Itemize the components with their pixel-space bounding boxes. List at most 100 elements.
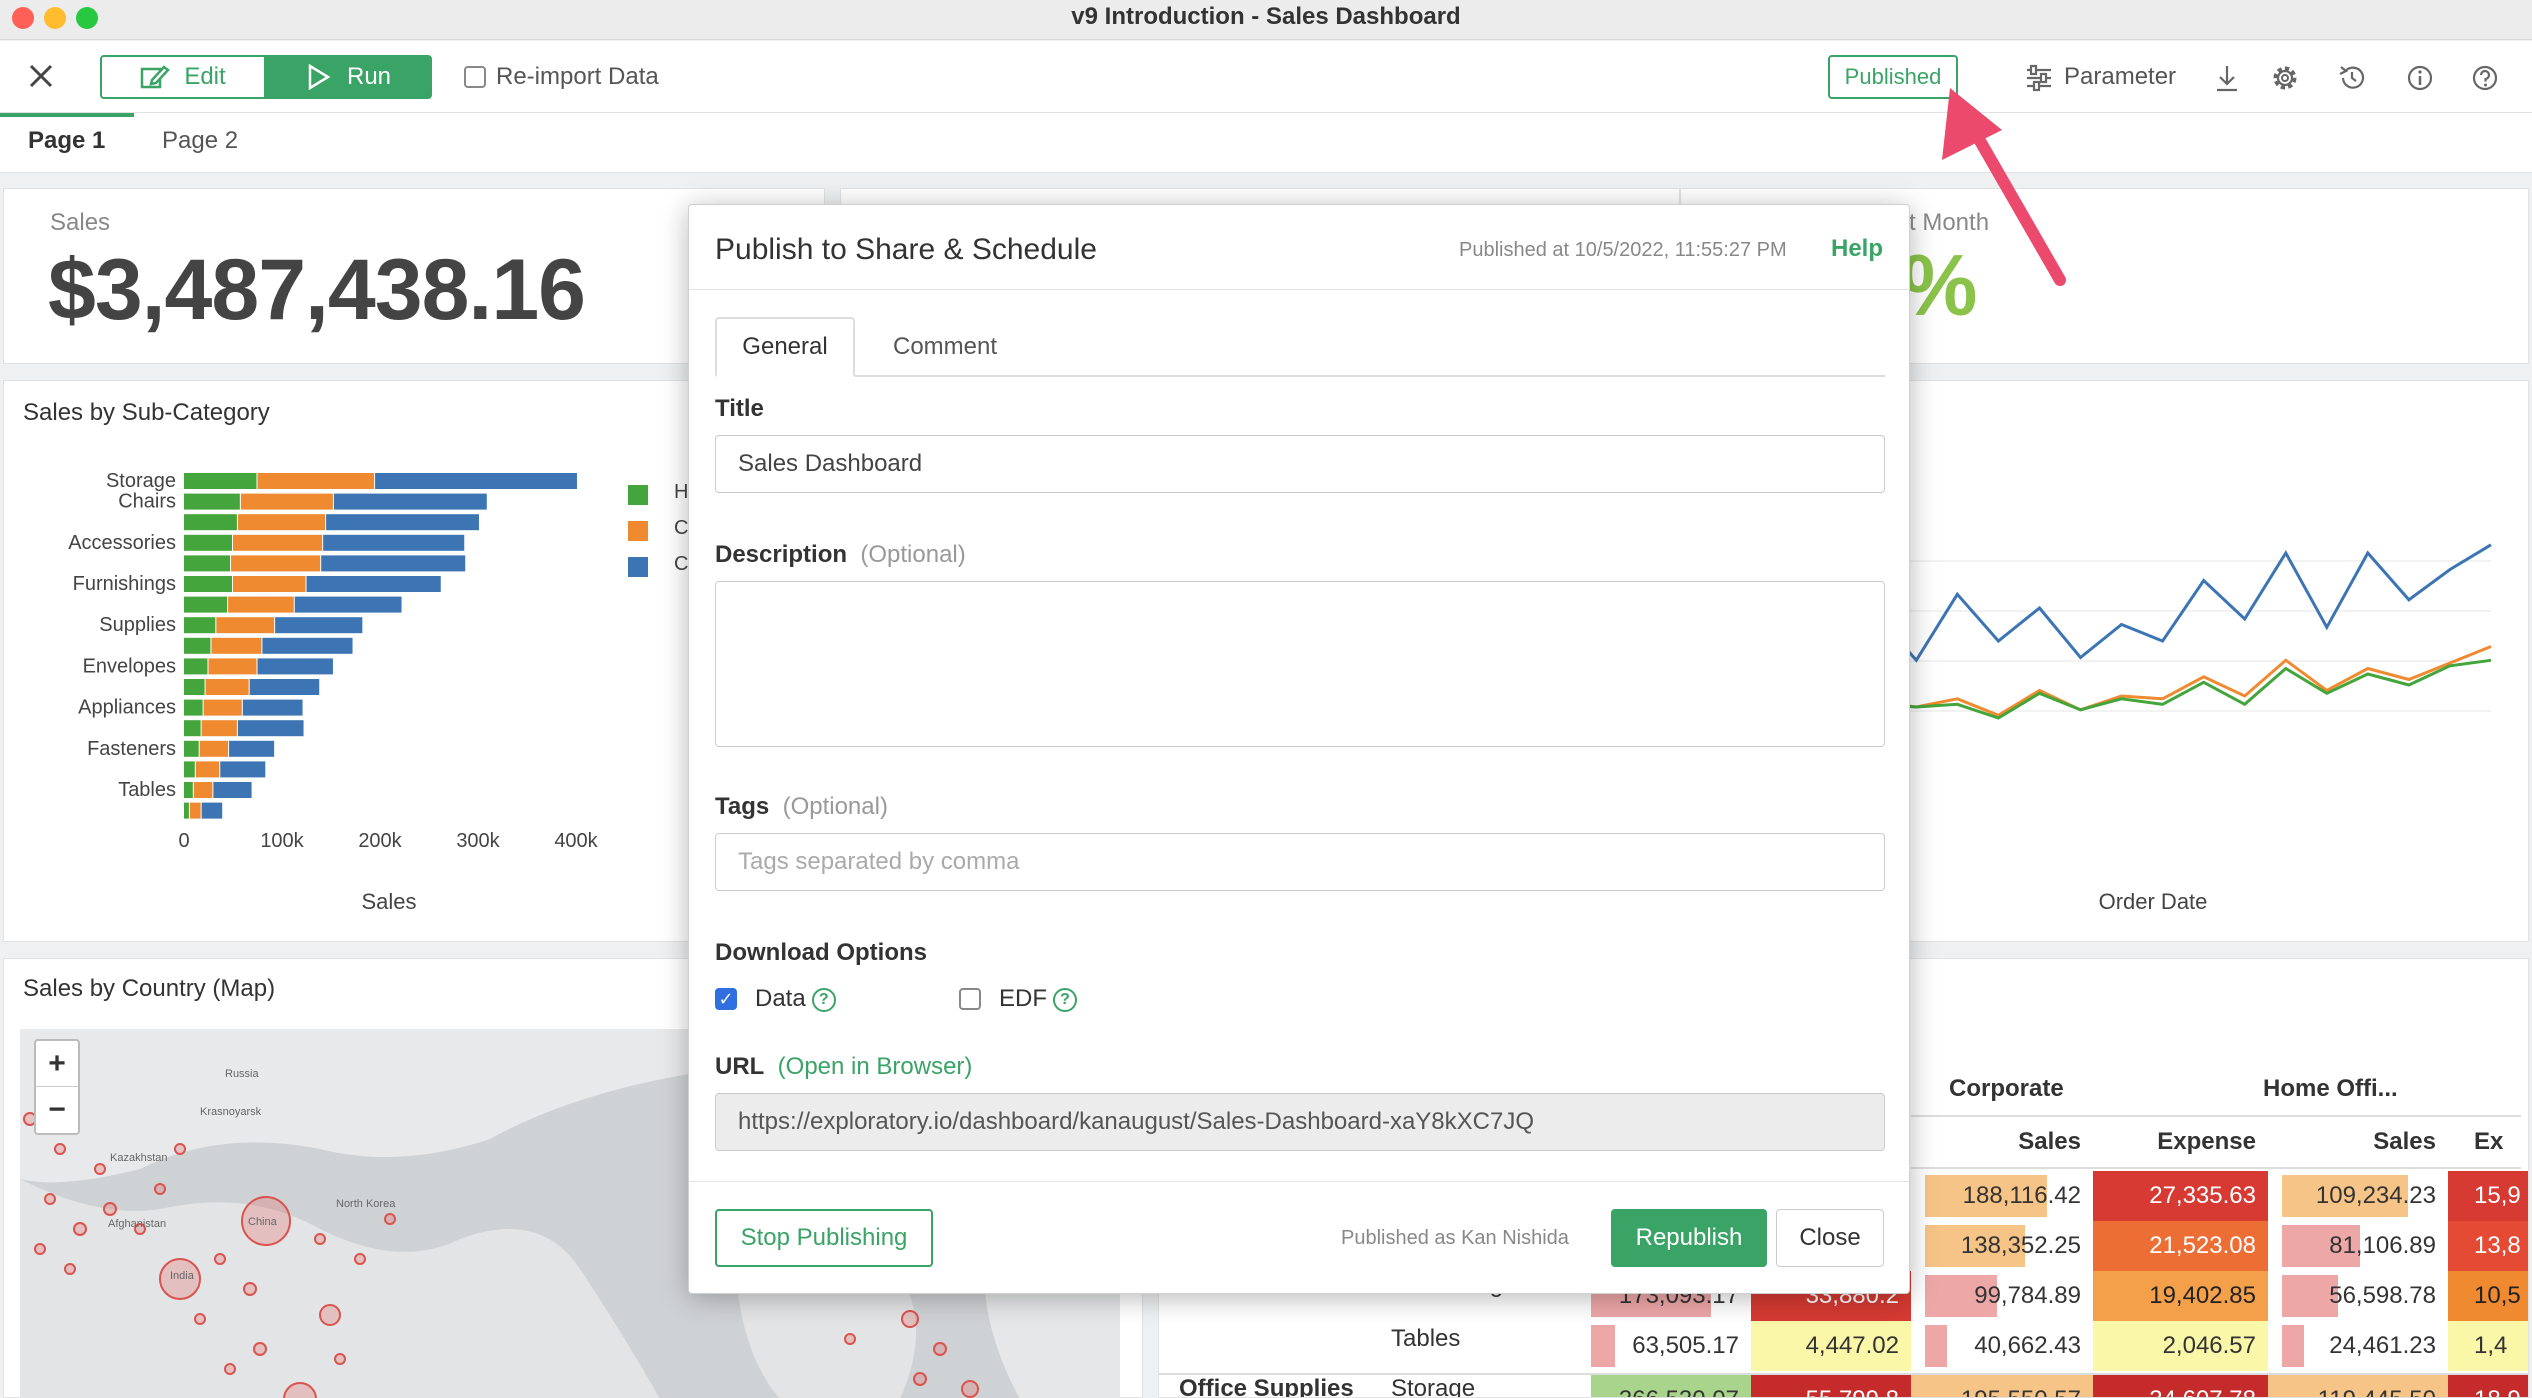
close-icon[interactable] [24,59,58,93]
bar-segment [184,761,195,778]
tab-page-2[interactable]: Page 2 [162,127,238,155]
dialog-header-divider [689,289,1909,290]
category-label: Fasteners [87,738,176,760]
legend-swatch-blue [628,557,648,577]
category-label: Supplies [99,614,176,636]
table-col-header[interactable]: Sales [2268,1121,2448,1163]
info-icon[interactable] [2405,63,2435,93]
category-label: Tables [118,779,176,801]
kpi-label: Sales [50,209,111,236]
data-checkbox[interactable]: ✓ [715,988,737,1010]
category-label: Envelopes [83,655,176,677]
bar-segment [195,761,220,778]
bar-segment [275,617,363,634]
edf-checkbox[interactable] [959,988,981,1010]
bar-segment [184,555,231,572]
legend-label-2: C [674,517,689,539]
table-col-header[interactable]: Sales [1911,1121,2093,1163]
map-place-label: India [170,1270,195,1282]
table-cell: 138,352.25 [1960,1232,2081,1259]
history-icon[interactable] [2337,63,2367,93]
parameter-label[interactable]: Parameter [2064,63,2176,91]
map-place-label: China [248,1216,278,1228]
republish-button[interactable]: Republish [1611,1209,1767,1267]
map-place-label: Krasnoyarsk [200,1106,262,1118]
bar-segment [208,658,257,675]
category-label: Accessories [68,532,176,554]
table-col-header[interactable]: Expense [2093,1121,2268,1163]
table-cell: 188,116.42 [1962,1182,2081,1209]
run-button[interactable]: Run [266,55,432,99]
bar-segment [184,514,237,531]
open-in-browser-link[interactable]: (Open in Browser) [778,1053,973,1080]
bar-segment [257,658,333,675]
question-icon[interactable]: ? [811,987,836,1012]
help-link[interactable]: Help [1831,235,1883,263]
bar-segment [242,699,303,716]
zoom-in-button[interactable]: + [36,1041,78,1087]
bar-segment [213,782,252,798]
title-input[interactable]: Sales Dashboard [715,435,1885,493]
url-field[interactable]: https://exploratory.io/dashboard/kanaugu… [715,1093,1885,1151]
bar-segment [184,617,216,634]
table-cell: 55,799.8 [1751,1375,1911,1397]
map-title: Sales by Country (Map) [23,975,276,1002]
table-cell: 99,784.89 [1974,1282,2081,1309]
annotation-arrow [1942,88,2066,286]
x-tick-label: 0 [178,830,189,852]
table-cell: 109,234.23 [2315,1182,2436,1209]
table-header-divider [1911,1167,2521,1169]
bar-segment [184,493,240,510]
tab-general[interactable]: General [715,317,855,377]
table-sub-category: Tables [1391,1325,1461,1352]
bar-segment [333,493,487,510]
table-group-header: Home Offi... [2263,1075,2398,1102]
bar-segment [237,720,304,737]
map-place-label: Russia [225,1068,260,1080]
bar-segment [306,576,441,592]
bar-segment [184,637,211,654]
bar-segment [184,658,208,675]
table-header-divider [1911,1115,2521,1117]
stop-publishing-button[interactable]: Stop Publishing [715,1209,933,1267]
bar-segment [184,473,257,489]
reimport-checkbox[interactable] [464,66,486,88]
map-place-label: North Korea [336,1198,396,1210]
legend-label-1: H [674,481,689,503]
table-cell: 21,523.08 [2093,1221,2268,1271]
tab-comment[interactable]: Comment [875,317,1015,377]
published-as: Published as Kan Nishida [1341,1227,1569,1249]
bar-segment [323,534,465,551]
bar-segment [184,802,189,819]
question-icon[interactable]: ? [1053,987,1077,1012]
tab-page-1[interactable]: Page 1 [28,127,105,155]
table-cell: 24,461.23 [2329,1332,2436,1359]
download-icon[interactable] [2212,63,2242,93]
close-button[interactable]: Close [1776,1209,1884,1267]
zoom-out-button[interactable]: − [36,1087,78,1133]
category-label: Appliances [78,697,176,719]
table-row: 56,598.78 [2268,1271,2448,1321]
table-cell: 195,550.57 [1911,1375,2093,1397]
gear-icon[interactable] [2270,63,2300,93]
table-row: 24,461.23 [2268,1321,2448,1371]
x-axis-label: Order Date [2099,889,2208,914]
x-tick-label: 100k [260,830,304,852]
tags-input[interactable]: Tags separated by comma [715,833,1885,891]
description-textarea[interactable] [715,581,1885,747]
window-title: v9 Introduction - Sales Dashboard [1071,3,1461,30]
bar-segment [184,596,228,613]
bar-segment [294,596,402,613]
bar-segment [205,679,249,695]
edit-button[interactable]: Edit [100,55,266,99]
map-zoom-control: + − [34,1039,80,1135]
table-row: 63,505.17 [1591,1321,1751,1371]
play-icon [308,64,331,90]
category-label: Chairs [118,491,176,513]
table-col-header[interactable]: Ex [2448,1121,2528,1163]
dialog-title: Publish to Share & Schedule [715,233,1097,266]
edit-icon [141,65,171,89]
tags-label: Tags (Optional) [715,793,888,821]
help-icon[interactable] [2470,63,2500,93]
bar-segment [216,617,275,634]
